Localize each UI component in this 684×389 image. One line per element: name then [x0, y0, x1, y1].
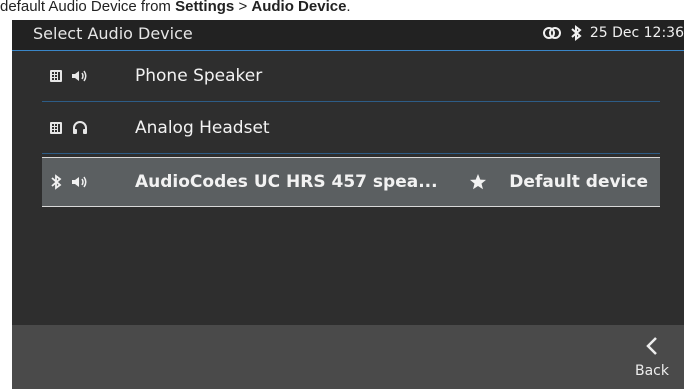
default-device-label: Default device [509, 172, 648, 192]
device-label: Phone Speaker [135, 66, 263, 86]
back-label: Back [635, 363, 669, 379]
bluetooth-icon [569, 25, 583, 41]
bluetooth-icon [48, 174, 64, 190]
device-label: AudioCodes UC HRS 457 spea... [135, 172, 438, 192]
softkey-bar: Back [12, 325, 684, 389]
caption-suffix: . [346, 0, 351, 15]
caption-text-prefix: default Audio Device from [0, 0, 176, 15]
phone-icon [48, 120, 64, 136]
link-icon [542, 26, 562, 40]
status-icons: 25 Dec 12:36 [542, 25, 684, 41]
phone-icon [48, 68, 64, 84]
audio-device-list: Phone Speaker Analog Headset AudioCodes … [42, 57, 660, 221]
document-caption: default Audio Device from Settings > Aud… [0, 0, 684, 20]
status-bar: Select Audio Device 25 Dec 12:36 [12, 20, 684, 51]
caption-path-settings: Settings [175, 0, 235, 15]
back-button[interactable]: Back [632, 335, 672, 385]
headset-icon [70, 120, 90, 136]
device-row-phone-speaker[interactable]: Phone Speaker [42, 57, 660, 102]
caption-separator: > [234, 0, 252, 15]
chevron-left-icon [645, 335, 659, 361]
screen-title: Select Audio Device [33, 24, 193, 43]
phone-screen: Select Audio Device 25 Dec 12:36 Phone S… [12, 20, 684, 389]
star-icon [469, 173, 487, 191]
date-time: 25 Dec 12:36 [589, 25, 684, 41]
speaker-icon [70, 174, 90, 190]
device-row-audiocodes-uc-hrs-457[interactable]: AudioCodes UC HRS 457 spea... Default de… [42, 157, 660, 207]
device-row-analog-headset[interactable]: Analog Headset [42, 109, 660, 154]
device-label: Analog Headset [135, 118, 270, 138]
caption-path-audio-device: Audio Device [251, 0, 347, 15]
speaker-icon [70, 68, 90, 84]
